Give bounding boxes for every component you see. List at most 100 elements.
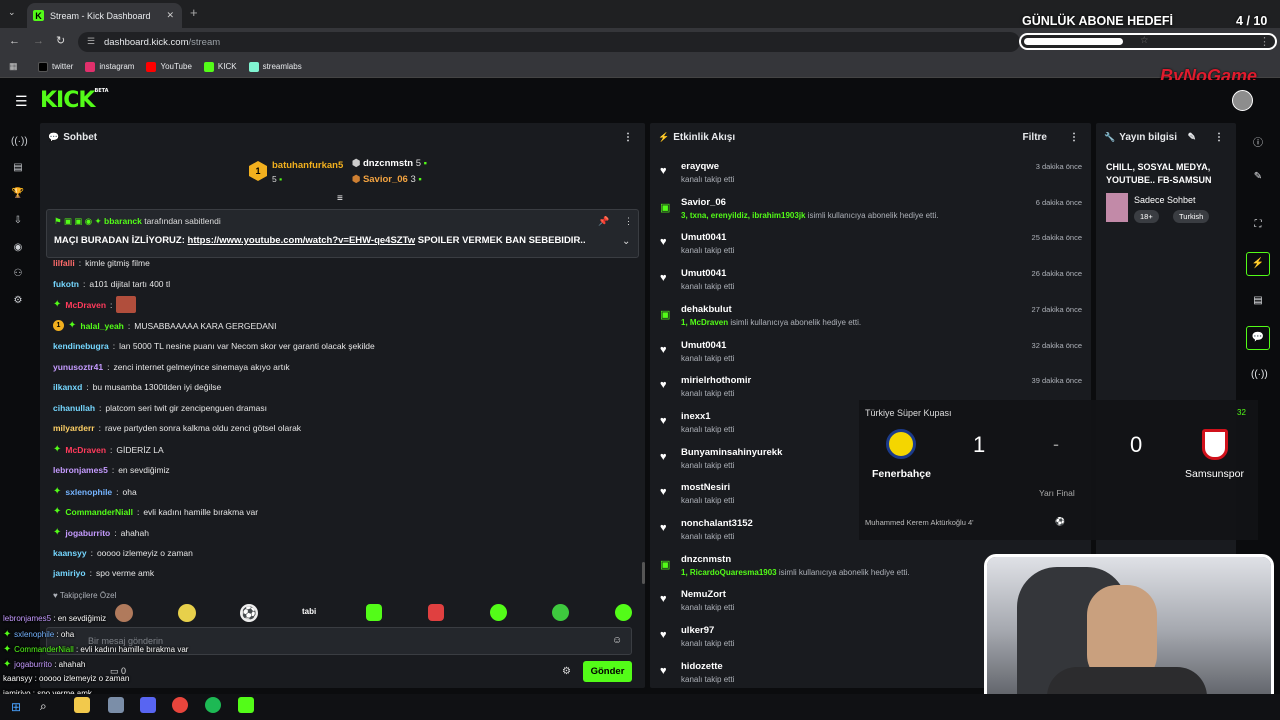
- spotify-icon[interactable]: [205, 697, 221, 713]
- windows-start-icon[interactable]: ⊞: [11, 700, 21, 714]
- collapse-gifters-icon[interactable]: ≡: [337, 193, 343, 204]
- event-username[interactable]: Umut0041: [681, 340, 726, 351]
- heart-icon: ♥: [660, 379, 667, 392]
- event-username[interactable]: Umut0041: [681, 268, 726, 279]
- stream-info-title: Yayın bilgisi: [1119, 131, 1178, 143]
- back-icon[interactable]: ←: [9, 35, 20, 47]
- activity-event[interactable]: ♥ erayqwe kanalı takip etti 3 dakika önce: [660, 159, 1085, 195]
- chat-toggle-icon[interactable]: 💬: [1246, 326, 1270, 350]
- event-username[interactable]: ulker97: [681, 625, 714, 636]
- document-icon[interactable]: ▤: [1251, 295, 1265, 309]
- expand-pinned-icon[interactable]: ⌄: [622, 236, 630, 247]
- activity-header: ⚡ Etkinlik Akışı Filtre ⋮: [650, 123, 1091, 151]
- match-stage: Yarı Final: [1039, 488, 1075, 498]
- event-username[interactable]: erayqwe: [681, 161, 719, 172]
- event-username[interactable]: Umut0041: [681, 232, 726, 243]
- emote-9-icon[interactable]: [615, 604, 632, 621]
- pinned-link[interactable]: https://www.youtube.com/watch?v=EHW-qe4S…: [188, 235, 416, 246]
- event-username[interactable]: mirielrhothomir: [681, 375, 751, 386]
- emote-8-icon[interactable]: [552, 604, 569, 621]
- search-icon[interactable]: ⌕: [40, 699, 47, 714]
- top-gifter-2[interactable]: ⬢ dnzcnmstn 5 ▪: [352, 158, 427, 169]
- top-gifter-1-name[interactable]: batuhanfurkan5: [272, 160, 343, 171]
- community-icon[interactable]: ⚇: [11, 268, 25, 282]
- download-icon[interactable]: ⇩: [11, 215, 25, 229]
- chrome-icon[interactable]: [172, 697, 188, 713]
- url-bar[interactable]: ☰ dashboard.kick.com/stream ☆: [78, 32, 1149, 52]
- new-tab-icon[interactable]: +: [190, 5, 198, 20]
- emoji-picker-icon[interactable]: ☺: [612, 635, 622, 646]
- bookmark-twitter[interactable]: twitter: [38, 61, 73, 72]
- site-info-icon[interactable]: ☰: [87, 36, 95, 47]
- tabi-emote-icon[interactable]: tabi: [302, 607, 316, 616]
- pencil-icon[interactable]: ✎: [1251, 171, 1265, 185]
- emote-2-icon[interactable]: [178, 604, 196, 622]
- event-username[interactable]: hidozette: [681, 661, 723, 672]
- bookmark-instagram[interactable]: instagram: [85, 61, 134, 72]
- event-username[interactable]: Savior_06: [681, 197, 726, 208]
- chat-settings-icon[interactable]: ⚙: [562, 666, 571, 677]
- activity-event[interactable]: ▣ Savior_06 3, txna, erenyildiz, ibrahim19…: [660, 195, 1085, 231]
- user-avatar[interactable]: [1232, 90, 1253, 111]
- filter-button[interactable]: Filtre: [1023, 132, 1047, 143]
- broadcast-icon[interactable]: ((·)): [1251, 369, 1268, 383]
- chat-scrollbar[interactable]: [642, 562, 645, 584]
- settings-icon[interactable]: ⚙: [11, 295, 25, 309]
- tag-turkish[interactable]: Turkish: [1173, 210, 1210, 223]
- pinned-more-icon[interactable]: ⋮: [624, 216, 633, 227]
- activity-event[interactable]: ♥ Umut0041 kanalı takip etti 25 dakika önce: [660, 230, 1085, 266]
- emote-1-icon[interactable]: [115, 604, 133, 622]
- chat-more-icon[interactable]: ⋮: [623, 132, 633, 143]
- tab-menu-chevron-icon[interactable]: ⌄: [8, 7, 16, 18]
- event-username[interactable]: mostNesiri: [681, 482, 730, 493]
- kick-logo[interactable]: KICKBETA: [40, 88, 109, 113]
- kick-icon: [203, 61, 214, 72]
- stream-live-icon[interactable]: ((·)): [11, 136, 28, 150]
- activity-more-icon[interactable]: ⋮: [1069, 132, 1079, 143]
- edit-icon[interactable]: ✎: [1188, 132, 1196, 143]
- event-username[interactable]: NemuZort: [681, 589, 726, 600]
- stream-info-more-icon[interactable]: ⋮: [1214, 132, 1224, 143]
- forward-icon[interactable]: →: [33, 35, 44, 47]
- reload-icon[interactable]: ↻: [56, 34, 65, 47]
- emote-5-icon[interactable]: [366, 604, 382, 621]
- away-team: Samsunspor: [1185, 468, 1244, 480]
- emote-6-icon[interactable]: [428, 604, 444, 621]
- analytics-icon[interactable]: ▤: [11, 162, 25, 176]
- event-username[interactable]: inexx1: [681, 411, 711, 422]
- event-username[interactable]: dehakbulut: [681, 304, 732, 315]
- app-icon[interactable]: [108, 697, 124, 713]
- chat-bubble-icon: 💬: [48, 131, 60, 142]
- send-button[interactable]: Gönder: [583, 661, 632, 682]
- tag-18plus[interactable]: 18+: [1134, 210, 1159, 223]
- trophy-icon[interactable]: 🏆: [11, 188, 25, 202]
- apps-grid-icon[interactable]: ▦: [9, 61, 18, 72]
- bookmark-streamlabs[interactable]: streamlabs: [248, 61, 302, 72]
- camera-icon[interactable]: ◉: [11, 242, 25, 256]
- event-username[interactable]: nonchalant3152: [681, 518, 753, 529]
- category-thumbnail[interactable]: [1106, 193, 1128, 222]
- soccer-ball-icon[interactable]: ⚽: [240, 604, 258, 622]
- sub-goal-count: 4 / 10: [1236, 14, 1268, 28]
- file-explorer-icon[interactable]: [74, 697, 90, 713]
- activity-event[interactable]: ♥ Umut0041 kanalı takip etti 32 dakika önce: [660, 338, 1085, 374]
- home-score: 1: [973, 432, 986, 457]
- activity-event[interactable]: ▣ dehakbulut 1, McDraven isimli kullanıcıy…: [660, 302, 1085, 338]
- activity-event[interactable]: ♥ Umut0041 kanalı takip etti 26 dakika önce: [660, 266, 1085, 302]
- hamburger-menu-icon[interactable]: ☰: [15, 93, 28, 110]
- browser-tab[interactable]: K Stream - Kick Dashboard ✕: [27, 3, 182, 28]
- info-icon[interactable]: ⓘ: [1251, 134, 1265, 149]
- kick-app-icon[interactable]: [238, 697, 254, 713]
- category-name[interactable]: Sadece Sohbet: [1134, 195, 1196, 205]
- tab-close-icon[interactable]: ✕: [166, 10, 174, 21]
- top-gifter-3[interactable]: ⬢ Savior_06 3 ▪: [352, 174, 422, 185]
- bookmark-youtube[interactable]: YouTube: [146, 61, 192, 72]
- scan-icon[interactable]: ⛶: [1251, 219, 1265, 233]
- event-username[interactable]: Bunyaminsahinyurekk: [681, 447, 782, 458]
- event-username[interactable]: dnzcnmstn: [681, 554, 731, 565]
- bookmark-kick[interactable]: KICK: [203, 61, 237, 72]
- pin-icon[interactable]: 📌: [598, 216, 609, 227]
- quick-actions-icon[interactable]: ⚡: [1246, 252, 1270, 276]
- discord-icon[interactable]: [140, 697, 156, 713]
- emote-7-icon[interactable]: [490, 604, 507, 621]
